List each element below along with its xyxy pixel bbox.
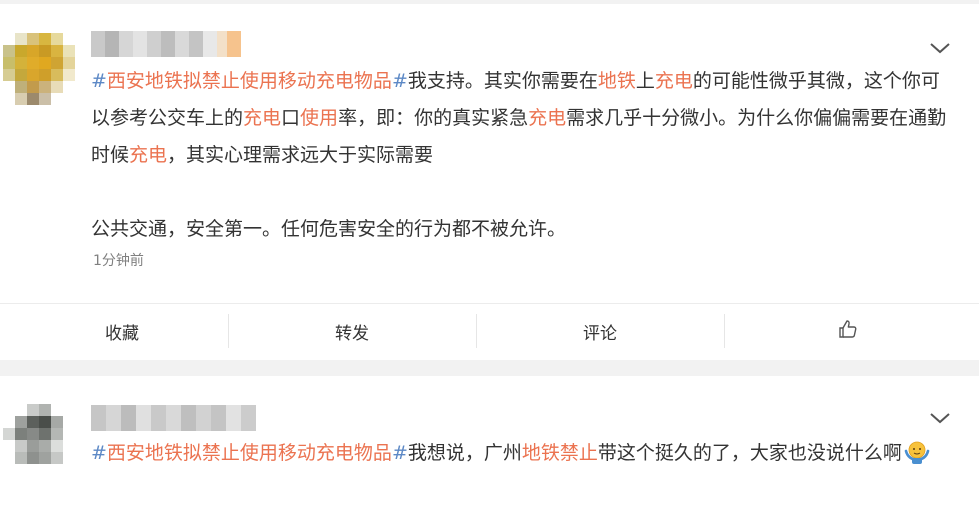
hashtag-mark[interactable]: # <box>91 70 107 92</box>
hashtag-mark[interactable]: # <box>91 442 107 464</box>
text-segment: 带这个挺久的了，大家也没说什么啊 <box>597 442 902 464</box>
action-bar: 收藏 转发 评论 <box>0 304 979 358</box>
favorite-label: 收藏 <box>105 323 139 344</box>
thumbs-up-icon <box>838 319 858 344</box>
keyword-highlight: 充电 <box>129 144 168 166</box>
post-text-paragraph-2: 公共交通，安全第一。任何危害安全的行为都不被允许。 <box>91 218 567 240</box>
text-segment: ，其实心理需求远大于实际需要 <box>167 144 434 166</box>
avatar[interactable] <box>3 33 75 105</box>
post-text: #西安地铁拟禁止使用移动充电物品#我支持。其实你需要在地铁上充电的可能性微乎其微… <box>91 63 951 248</box>
separator <box>724 314 725 348</box>
weibo-post-card: #西安地铁拟禁止使用移动充电物品#我支持。其实你需要在地铁上充电的可能性微乎其微… <box>0 4 979 360</box>
keyword-highlight: 地铁禁止 <box>521 442 598 464</box>
more-options-chevron-icon[interactable] <box>929 40 951 54</box>
separator <box>228 314 229 348</box>
keyword-highlight: 使用 <box>300 107 339 129</box>
comment-label: 评论 <box>583 323 617 344</box>
shrug-emoji-icon <box>904 439 930 465</box>
avatar[interactable] <box>3 404 75 476</box>
post-text-segments: #西安地铁拟禁止使用移动充电物品#我支持。其实你需要在地铁上充电的可能性微乎其微… <box>91 70 946 166</box>
topic-link[interactable]: 西安地铁拟禁止使用移动充电物品 <box>107 442 392 464</box>
post-timestamp[interactable]: 1分钟前 <box>93 250 144 270</box>
keyword-highlight: 充电 <box>654 70 693 92</box>
text-segment: 我想说，广州 <box>407 442 522 464</box>
repost-label: 转发 <box>335 323 369 344</box>
post-text: #西安地铁拟禁止使用移动充电物品#我想说，广州地铁禁止带这个挺久的了，大家也没说… <box>91 435 951 472</box>
username-blurred[interactable] <box>91 31 241 57</box>
topic-link[interactable]: 西安地铁拟禁止使用移动充电物品 <box>107 70 392 92</box>
text-segment: 率，即：你的真实紧急 <box>338 107 529 129</box>
separator <box>476 314 477 348</box>
comment-button[interactable]: 评论 <box>478 304 722 358</box>
text-segment: 我支持。其实你需要在 <box>407 70 598 92</box>
favorite-button[interactable]: 收藏 <box>0 304 244 358</box>
text-segment: 上 <box>635 70 655 92</box>
username-blurred[interactable] <box>91 405 256 431</box>
like-button[interactable] <box>726 304 970 358</box>
repost-button[interactable]: 转发 <box>230 304 474 358</box>
text-segment: 口 <box>281 107 301 129</box>
keyword-highlight: 地铁 <box>597 70 636 92</box>
weibo-post-card: #西安地铁拟禁止使用移动充电物品#我想说，广州地铁禁止带这个挺久的了，大家也没说… <box>0 376 979 519</box>
keyword-highlight: 充电 <box>528 107 567 129</box>
more-options-chevron-icon[interactable] <box>929 410 951 424</box>
hashtag-mark[interactable]: # <box>392 442 408 464</box>
hashtag-mark[interactable]: # <box>392 70 408 92</box>
post-text-segments: #西安地铁拟禁止使用移动充电物品#我想说，广州地铁禁止带这个挺久的了，大家也没说… <box>91 442 902 464</box>
keyword-highlight: 充电 <box>243 107 282 129</box>
